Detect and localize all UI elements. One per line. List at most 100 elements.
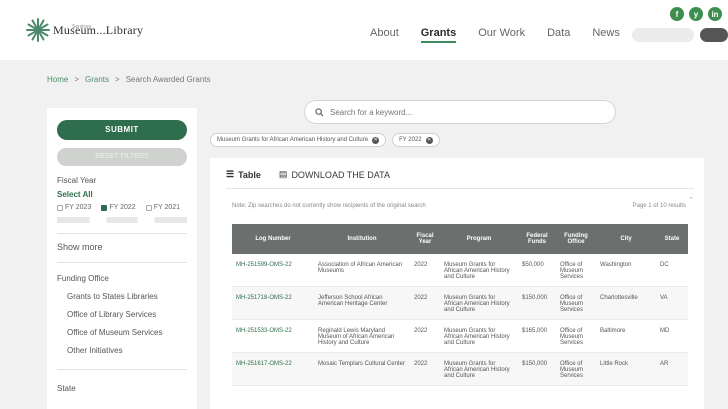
state-label[interactable]: State [57, 384, 187, 393]
breadcrumb-separator: > [74, 75, 80, 84]
office-cell: Office of Museum Services [556, 254, 596, 287]
site-logo[interactable]: Museum...Library [26, 18, 143, 42]
chip-label: Museum Grants for African American Histo… [217, 137, 369, 143]
fiscal-year-options: FY 2023 FY 2022 FY 2021 [57, 204, 187, 211]
divider [226, 188, 694, 189]
nav-grants[interactable]: Grants [420, 27, 457, 43]
state-cell: DC [656, 254, 688, 287]
column-header-federal-funds[interactable]: Federal Funds [518, 224, 556, 254]
divider [57, 233, 187, 234]
linkedin-icon[interactable]: in [708, 7, 722, 21]
tab-download[interactable]: ▤ DOWNLOAD THE DATA [279, 169, 390, 180]
table-icon: ☰ [226, 169, 235, 179]
nav-news[interactable]: News [592, 27, 620, 43]
column-header-institution[interactable]: Institution [314, 224, 410, 254]
state-cell: MD [656, 319, 688, 353]
checkbox-checked[interactable] [101, 204, 108, 211]
close-icon[interactable]: ✕ [372, 136, 380, 144]
results-tabs: ☰ Table ▤ DOWNLOAD THE DATA [226, 169, 390, 180]
institution-cell: Mosaic Templars Cultural Center [314, 352, 410, 386]
funds-cell: $50,000 [518, 254, 556, 287]
reset-filters-button[interactable]: RESET FILTERS [57, 148, 187, 166]
logo-subtext: Services [72, 24, 92, 30]
checkbox[interactable] [57, 204, 63, 211]
funding-office-option[interactable]: Grants to States Libraries [57, 287, 187, 305]
state-cell: VA [656, 286, 688, 320]
chevron-up-icon[interactable]: ⌃ [688, 196, 694, 204]
logo-burst-icon [26, 18, 50, 42]
nav-data[interactable]: Data [547, 27, 570, 43]
city-cell: Little Rock [596, 352, 656, 386]
nav-about[interactable]: About [370, 27, 399, 43]
keyword-search-input[interactable] [330, 107, 590, 117]
filter-sidebar: SUBMIT RESET FILTERS Fiscal Year Select … [47, 108, 197, 409]
column-header-city[interactable]: City [596, 224, 656, 254]
breadcrumb: Home > Grants > Search Awarded Grants [47, 75, 211, 84]
grants-table: Log Number Institution Fiscal Year Progr… [232, 224, 688, 386]
table-row: MH-251718-OMS-22 Jefferson School Africa… [232, 286, 688, 320]
column-header-log-number[interactable]: Log Number [232, 224, 314, 254]
youtube-icon[interactable]: y [689, 7, 703, 21]
close-icon[interactable]: ✕ [425, 136, 433, 144]
table-row: MH-251617-OMS-22 Mosaic Templars Cultura… [232, 352, 688, 386]
institution-cell: Association of African American Museums [314, 254, 410, 287]
column-header-fiscal-year[interactable]: Fiscal Year [410, 224, 440, 254]
grant-log-link[interactable]: MH-251617-OMS-22 [232, 352, 314, 386]
city-cell: Baltimore [596, 319, 656, 353]
year-option-2022[interactable]: FY 2022 [101, 204, 136, 211]
funding-office-option[interactable]: Other Initiatives [57, 341, 187, 359]
keyword-search-bar[interactable] [304, 100, 616, 124]
grant-log-link[interactable]: MH-251533-OMS-22 [232, 319, 314, 353]
column-header-funding-office[interactable]: Funding Office [556, 224, 596, 254]
breadcrumb-grants[interactable]: Grants [85, 75, 109, 84]
more-years-placeholder [57, 217, 187, 223]
city-cell: Charlottesville [596, 286, 656, 320]
chip-label: FY 2022 [399, 137, 422, 143]
breadcrumb-current: Search Awarded Grants [125, 75, 211, 84]
breadcrumb-separator: > [115, 75, 120, 84]
search-icon [315, 107, 324, 117]
column-header-state[interactable]: State [656, 224, 688, 254]
header-menu-toggle[interactable] [700, 28, 728, 42]
filter-chip[interactable]: Museum Grants for African American Histo… [210, 133, 387, 147]
select-all-link[interactable]: Select All [57, 190, 187, 199]
office-cell: Office of Museum Services [556, 352, 596, 386]
column-header-program[interactable]: Program [440, 224, 518, 254]
year-label: FY 2022 [109, 204, 136, 211]
funding-office-option[interactable]: Office of Library Services [57, 305, 187, 323]
office-cell: Office of Museum Services [556, 319, 596, 353]
institution-cell: Jefferson School African American Herita… [314, 286, 410, 320]
year-label: FY 2023 [65, 204, 92, 211]
program-cell: Museum Grants for African American Histo… [440, 352, 518, 386]
main-nav: About Grants Our Work Data News [370, 27, 642, 43]
tab-table-label: Table [238, 169, 261, 180]
city-cell: Washington [596, 254, 656, 287]
grant-log-link[interactable]: MH-251599-OMS-22 [232, 254, 314, 287]
year-label: FY 2021 [153, 204, 181, 211]
header-search-input[interactable] [632, 28, 694, 42]
nav-our-work[interactable]: Our Work [478, 27, 525, 43]
site-header: Museum...Library Services About Grants O… [0, 0, 728, 60]
logo-text: Museum...Library [53, 22, 144, 37]
program-cell: Museum Grants for African American Histo… [440, 319, 518, 353]
results-area: Museum Grants for African American Histo… [210, 130, 704, 409]
show-more-link[interactable]: Show more [57, 242, 187, 252]
year-option-2023[interactable]: FY 2023 [57, 204, 91, 211]
grant-log-link[interactable]: MH-251718-OMS-22 [232, 286, 314, 320]
funding-office-option[interactable]: Office of Museum Services [57, 323, 187, 341]
fiscal-year-label: Fiscal Year [57, 176, 97, 185]
funding-office-list: Funding Office Grants to States Librarie… [57, 269, 187, 359]
page-count: Page 1 of 10 results [632, 203, 686, 209]
year-cell: 2022 [410, 254, 440, 287]
tab-table[interactable]: ☰ Table [226, 169, 261, 180]
submit-button[interactable]: SUBMIT [57, 120, 187, 140]
breadcrumb-home[interactable]: Home [47, 75, 68, 84]
facebook-icon[interactable]: f [670, 7, 684, 21]
filter-chip[interactable]: FY 2022 ✕ [392, 133, 440, 147]
funds-cell: $150,000 [518, 352, 556, 386]
table-header-row: Log Number Institution Fiscal Year Progr… [232, 224, 688, 254]
checkbox[interactable] [145, 204, 152, 211]
table-row: MH-251599-OMS-22 Association of African … [232, 254, 688, 287]
year-option-2021[interactable]: FY 2021 [145, 204, 181, 211]
document-icon: ▤ [278, 169, 288, 179]
